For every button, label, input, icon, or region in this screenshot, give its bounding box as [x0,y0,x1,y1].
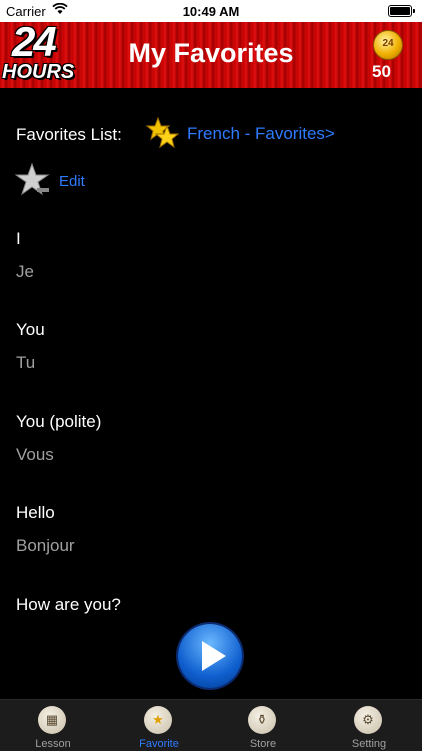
word-english: I [16,229,21,248]
list-item[interactable]: Hello Bonjour [16,503,406,556]
tab-store[interactable]: ⚱ Store [210,700,316,751]
word-english: Hello [16,503,55,522]
word-english: How are you? [16,595,121,614]
coin-icon[interactable]: 24 [373,30,403,60]
favorites-list-label: Favorites List: [16,125,122,144]
tab-label: Favorite [139,738,179,750]
stars-icon[interactable] [145,116,181,152]
list-item[interactable]: How are you? [16,595,406,615]
star-minus-icon[interactable] [14,162,51,198]
status-time: 10:49 AM [182,4,240,19]
coin-label: 24 [382,38,394,49]
word-english: You (polite) [16,412,102,431]
tab-favorite[interactable]: ★ Favorite [106,700,212,751]
status-bar: Carrier 10:49 AM [0,0,422,22]
edit-button[interactable]: Edit [59,173,85,190]
star-icon: ★ [144,706,172,734]
tab-label: Store [249,738,277,750]
list-item[interactable]: I Je [16,229,406,282]
favorites-list-link[interactable]: French - Favorites> [187,124,335,144]
tab-label: Lesson [35,738,71,750]
list-item[interactable]: You (polite) Vous [16,412,406,465]
tab-label: Setting [351,738,387,750]
lesson-icon: ▦ [38,706,66,734]
store-icon: ⚱ [248,706,276,734]
word-english: You [16,320,45,339]
app-header: 24 HOURS My Favorites 24 50 [0,18,422,88]
word-french: Bonjour [16,536,75,555]
battery-icon [388,5,415,17]
word-french: Tu [16,353,36,372]
tab-setting[interactable]: ⚙ Setting [316,700,422,751]
tab-lesson[interactable]: ▦ Lesson [0,700,106,751]
word-french: Je [16,262,34,281]
page-title: My Favorites [128,38,294,68]
list-item[interactable]: You Tu [16,320,406,373]
word-french: Vous [16,445,54,464]
tab-bar: ▦ Lesson ★ Favorite ⚱ Store ⚙ Setting [0,699,422,751]
gear-icon: ⚙ [354,706,382,734]
coin-count: 50 [372,62,391,81]
play-button[interactable] [178,624,242,688]
